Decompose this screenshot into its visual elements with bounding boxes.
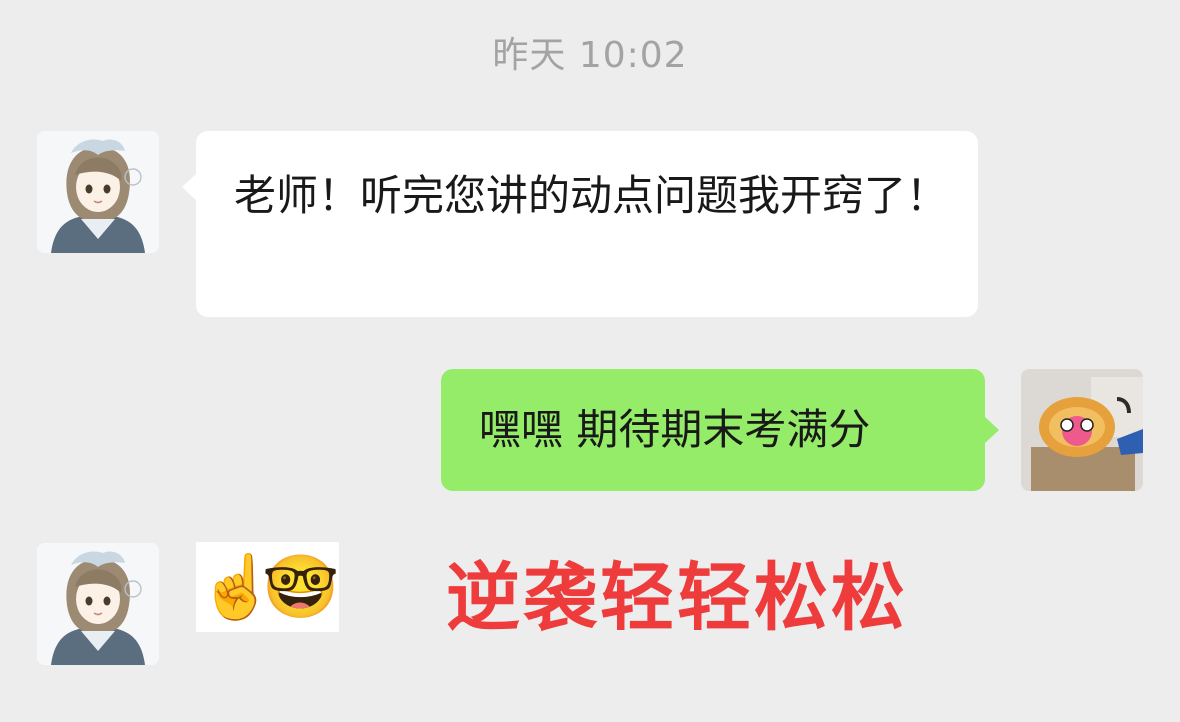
anime-girl-avatar-icon (37, 131, 159, 253)
bubble-tail (985, 417, 999, 443)
outgoing-message-bubble[interactable]: 嘿嘿 期待期末考满分 (441, 369, 999, 491)
my-avatar[interactable] (1021, 369, 1143, 491)
nerd-face-emoji-icon: 🤓 (262, 550, 340, 623)
anime-girl-avatar-icon (37, 543, 159, 665)
overlay-caption: 逆袭轻轻松松 (446, 555, 908, 641)
incoming-message-bubble[interactable]: 老师！听完您讲的动点问题我开窍了！ (182, 131, 978, 317)
emoji-message[interactable]: ☝️ 🤓 (196, 542, 339, 632)
message-text: 老师！听完您讲的动点问题我开窍了！ (234, 171, 949, 220)
message-text: 嘿嘿 期待期末考满分 (479, 405, 871, 454)
bubble-tail (182, 174, 196, 200)
message-timestamp: 昨天 10:02 (492, 35, 688, 76)
contact-avatar[interactable] (37, 543, 159, 665)
plush-toy-avatar-icon (1021, 369, 1143, 491)
contact-avatar[interactable] (37, 131, 159, 253)
